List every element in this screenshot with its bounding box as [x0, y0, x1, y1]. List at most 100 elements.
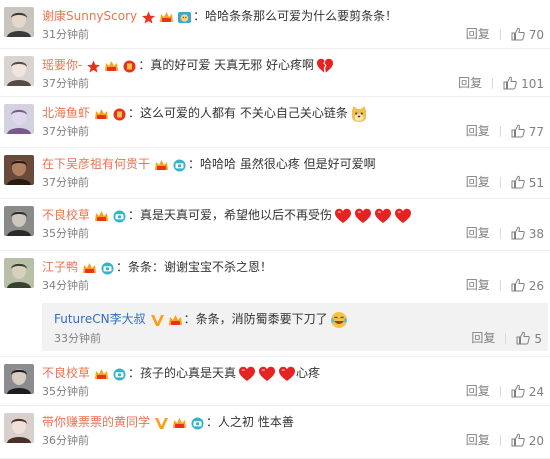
user-badges	[79, 259, 115, 277]
member-crown-icon	[95, 108, 109, 119]
user-avatar[interactable]	[4, 413, 34, 443]
thumbs-up-icon	[511, 384, 525, 397]
like-count: 70	[528, 27, 544, 42]
like-count: 20	[528, 433, 544, 448]
user-avatar[interactable]	[4, 364, 34, 394]
comment-text-tail: 心疼	[296, 366, 321, 380]
comment-line: 带你赚票票的黄同学 ：人之初 性本善	[42, 413, 544, 431]
like-button[interactable]: 51	[511, 175, 544, 191]
comment-text: 哈哈哈 虽然很心疼 但是好可爱啊	[200, 157, 376, 171]
colon-separator: ：	[188, 157, 201, 171]
reply-button[interactable]: 回复	[471, 330, 495, 346]
comment-actions: 回复 51	[466, 174, 544, 190]
username-link[interactable]: 不良校草	[42, 208, 90, 222]
user-badges	[91, 365, 127, 383]
reply-button[interactable]: 回复	[458, 75, 482, 91]
like-count: 5	[534, 331, 542, 346]
action-divider	[499, 177, 501, 188]
user-badges	[83, 57, 137, 75]
reply-button[interactable]: 回复	[466, 123, 490, 139]
user-badges	[147, 311, 183, 329]
thumbs-up-icon	[503, 76, 517, 89]
user-avatar[interactable]	[4, 7, 34, 37]
like-button[interactable]: 24	[511, 384, 544, 400]
like-button[interactable]: 101	[503, 76, 544, 92]
heart-icon	[239, 366, 256, 381]
user-avatar[interactable]	[4, 258, 34, 288]
reply-button[interactable]: 回复	[466, 383, 490, 399]
action-divider	[505, 333, 507, 344]
member-crown-icon	[160, 11, 174, 22]
thumbs-up-icon	[511, 175, 525, 188]
colon-separator: ：	[116, 260, 129, 274]
cat-badge-icon	[178, 11, 192, 23]
reply-button[interactable]: 回复	[466, 277, 490, 293]
like-button[interactable]: 5	[516, 331, 542, 347]
member-crown-icon	[173, 417, 187, 428]
thumbs-up-icon	[511, 278, 525, 291]
comment-row: 谢康SunnyScory ：哈哈条条那么可爱为什么要剪条条！ 31分钟前 回复 70	[0, 0, 550, 49]
like-button[interactable]: 70	[511, 27, 544, 43]
like-button[interactable]: 20	[511, 433, 544, 449]
comment-line: 在下吴彦祖有何贵干 ：哈哈哈 虽然很心疼 但是好可爱啊	[42, 155, 544, 173]
username-link[interactable]: 不良校草	[42, 366, 90, 380]
user-avatar[interactable]	[4, 104, 34, 134]
like-button[interactable]: 26	[511, 278, 544, 294]
comment-time: 34分钟前	[42, 279, 89, 292]
colon-separator: ：	[193, 9, 206, 23]
username-link[interactable]: 江子鸭	[42, 260, 78, 274]
reply-button[interactable]: 回复	[466, 225, 490, 241]
comment-actions: 回复 26	[466, 277, 544, 293]
heart-icon	[259, 366, 276, 381]
nested-reply: FutureCN李大叔 ：条条，消防蜀黍要下刀了 33分钟前 回复 5	[42, 303, 548, 351]
member-crown-icon	[155, 159, 169, 170]
username-link[interactable]: 北海鱼虾	[42, 106, 90, 120]
comment-line: 北海鱼虾 ：这么可爱的人都有 不关心自己关心链条	[42, 104, 544, 122]
reply-button[interactable]: 回复	[466, 432, 490, 448]
reply-button[interactable]: 回复	[466, 26, 490, 42]
user-badges	[138, 8, 192, 26]
member-crown-icon	[168, 314, 182, 325]
colon-separator: ：	[128, 366, 141, 380]
reply-button[interactable]: 回复	[466, 174, 490, 190]
comment-actions: 回复 101	[458, 75, 544, 91]
comment-row: 不良校草 ：孩子的心真是天真 心疼 35分钟前 回复 24	[0, 357, 550, 406]
action-divider	[499, 228, 501, 239]
star-badge-icon	[87, 60, 101, 72]
user-avatar[interactable]	[4, 206, 34, 236]
username-link[interactable]: FutureCN李大叔	[54, 312, 146, 326]
laugh-cry-icon	[330, 311, 347, 328]
comment-row: 瑶要你- ：真的好可爱 天真无邪 好心疼啊 37分钟前 回复 101	[0, 49, 550, 97]
like-count: 77	[528, 124, 544, 139]
colon-separator: ：	[128, 208, 141, 222]
thumbs-up-icon	[511, 27, 525, 40]
username-link[interactable]: 瑶要你-	[42, 58, 82, 72]
member-crown-icon	[83, 262, 97, 273]
username-link[interactable]: 谢康SunnyScory	[42, 9, 137, 23]
camera-badge-icon	[113, 210, 126, 222]
user-avatar[interactable]	[4, 56, 34, 86]
username-link[interactable]: 在下吴彦祖有何贵干	[42, 157, 150, 171]
member-crown-icon	[95, 210, 109, 221]
comment-time: 37分钟前	[42, 176, 89, 189]
comment-text: 这么可爱的人都有 不关心自己关心链条	[140, 106, 348, 120]
user-avatar[interactable]	[4, 155, 34, 185]
action-divider	[499, 126, 501, 137]
comment-actions: 回复 70	[466, 26, 544, 42]
action-divider	[499, 435, 501, 446]
username-link[interactable]: 带你赚票票的黄同学	[42, 415, 150, 429]
user-badges	[151, 414, 205, 432]
comment-text: 孩子的心真是天真	[140, 366, 237, 380]
heart-icon	[355, 208, 372, 223]
verified-v-icon	[155, 417, 169, 429]
like-count: 26	[528, 278, 544, 293]
comment-text: 哈哈条条那么可爱为什么要剪条条！	[205, 9, 398, 23]
like-count: 101	[521, 76, 544, 91]
comment-row: 带你赚票票的黄同学 ：人之初 性本善 36分钟前 回复 20	[0, 406, 550, 459]
like-button[interactable]: 77	[511, 124, 544, 140]
verified-v-icon	[150, 314, 164, 326]
comment-time: 35分钟前	[42, 385, 89, 398]
thumbs-up-icon	[516, 331, 531, 344]
like-button[interactable]: 38	[511, 226, 544, 242]
comment-line: 谢康SunnyScory ：哈哈条条那么可爱为什么要剪条条！	[42, 7, 544, 25]
